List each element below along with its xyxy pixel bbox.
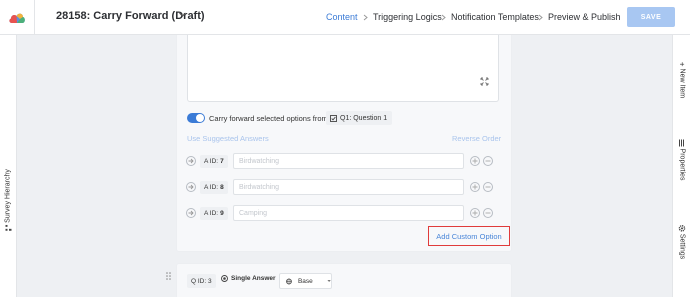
tab-content[interactable]: Content bbox=[326, 12, 358, 22]
expand-icon[interactable] bbox=[480, 77, 489, 86]
source-question-chip[interactable]: Q1: Question 1 bbox=[326, 111, 393, 125]
answer-id-chip: A ID: 9 bbox=[200, 207, 228, 220]
question-type[interactable]: Single Answer bbox=[221, 275, 276, 282]
answer-id-chip: A ID: 8 bbox=[200, 181, 228, 194]
hierarchy-icon bbox=[5, 224, 11, 231]
new-item-label: New Item bbox=[678, 68, 686, 99]
source-question-label: Q1: Question 1 bbox=[340, 114, 388, 122]
answer-id-value: 8 bbox=[220, 184, 224, 191]
question-text-area[interactable] bbox=[187, 35, 499, 102]
properties-tab[interactable]: Properties bbox=[678, 139, 686, 181]
plus-icon: + bbox=[677, 61, 687, 67]
toggle-knob bbox=[196, 114, 204, 122]
carry-forward-arrow-icon bbox=[186, 156, 196, 166]
use-suggested-answers-link[interactable]: Use Suggested Answers bbox=[187, 134, 269, 143]
new-item-tab[interactable]: + New Item bbox=[678, 62, 687, 98]
answer-id-value: 9 bbox=[220, 210, 224, 217]
add-answer-icon[interactable] bbox=[470, 182, 480, 192]
chevron-right-icon bbox=[363, 14, 368, 21]
carry-forward-arrow-icon bbox=[186, 208, 196, 218]
chevron-down-icon[interactable] bbox=[178, 10, 187, 19]
answer-id-label: A ID: bbox=[204, 158, 219, 165]
carry-forward-arrow-icon bbox=[186, 182, 196, 192]
right-sidebar: + New Item Properties Settings bbox=[672, 35, 690, 297]
reverse-order-link[interactable]: Reverse Order bbox=[452, 134, 501, 143]
answer-input[interactable]: Camping bbox=[233, 205, 464, 221]
question-id-label: Q ID: bbox=[191, 277, 207, 285]
carry-forward-label: Carry forward selected options from bbox=[209, 114, 328, 123]
left-sidebar: Survey Hierarchy bbox=[0, 35, 17, 297]
tab-notification-templates[interactable]: Notification Templates bbox=[451, 12, 539, 22]
question-type-label: Single Answer bbox=[231, 275, 276, 282]
language-label: Base bbox=[297, 277, 313, 285]
remove-answer-icon[interactable] bbox=[483, 182, 493, 192]
chevron-right-icon bbox=[538, 14, 543, 21]
answer-id-label: A ID: bbox=[204, 210, 219, 217]
add-custom-option-button[interactable]: Add Custom Option bbox=[428, 226, 510, 246]
answer-input[interactable]: Birdwatching bbox=[233, 153, 464, 169]
language-select[interactable]: Base bbox=[279, 273, 332, 289]
question-id-value: 3 bbox=[207, 277, 212, 285]
app-logo[interactable] bbox=[0, 0, 35, 35]
add-answer-icon[interactable] bbox=[470, 156, 480, 166]
sliders-icon bbox=[679, 139, 685, 147]
cloud-logo-icon bbox=[9, 13, 25, 23]
tab-preview-publish[interactable]: Preview & Publish bbox=[548, 12, 621, 22]
question-id-chip: Q ID: 3 bbox=[187, 274, 216, 288]
carry-forward-toggle[interactable] bbox=[187, 113, 205, 123]
properties-label: Properties bbox=[678, 148, 686, 181]
gear-icon bbox=[678, 225, 686, 232]
add-answer-icon[interactable] bbox=[470, 208, 480, 218]
tab-triggering-logics[interactable]: Triggering Logics bbox=[373, 12, 442, 22]
checkbox-icon bbox=[330, 114, 337, 122]
answer-id-value: 7 bbox=[220, 158, 224, 165]
survey-hierarchy-label: Survey Hierarchy bbox=[4, 169, 12, 223]
globe-icon bbox=[286, 278, 292, 284]
radio-icon bbox=[221, 275, 228, 282]
top-bar: 28158: Carry Forward (Draft) Content Tri… bbox=[0, 0, 690, 35]
remove-answer-icon[interactable] bbox=[483, 156, 493, 166]
save-button[interactable]: SAVE bbox=[627, 7, 675, 27]
answer-input[interactable]: Birdwatching bbox=[233, 179, 464, 195]
chevron-right-icon bbox=[441, 14, 446, 21]
caret-down-icon bbox=[327, 280, 331, 282]
settings-label: Settings bbox=[678, 233, 686, 260]
remove-answer-icon[interactable] bbox=[483, 208, 493, 218]
answer-id-chip: A ID: 7 bbox=[200, 155, 228, 168]
settings-tab[interactable]: Settings bbox=[679, 225, 686, 259]
answer-id-label: A ID: bbox=[204, 184, 219, 191]
drag-handle-icon[interactable] bbox=[166, 272, 171, 280]
survey-hierarchy-toggle[interactable]: Survey Hierarchy bbox=[5, 169, 12, 231]
